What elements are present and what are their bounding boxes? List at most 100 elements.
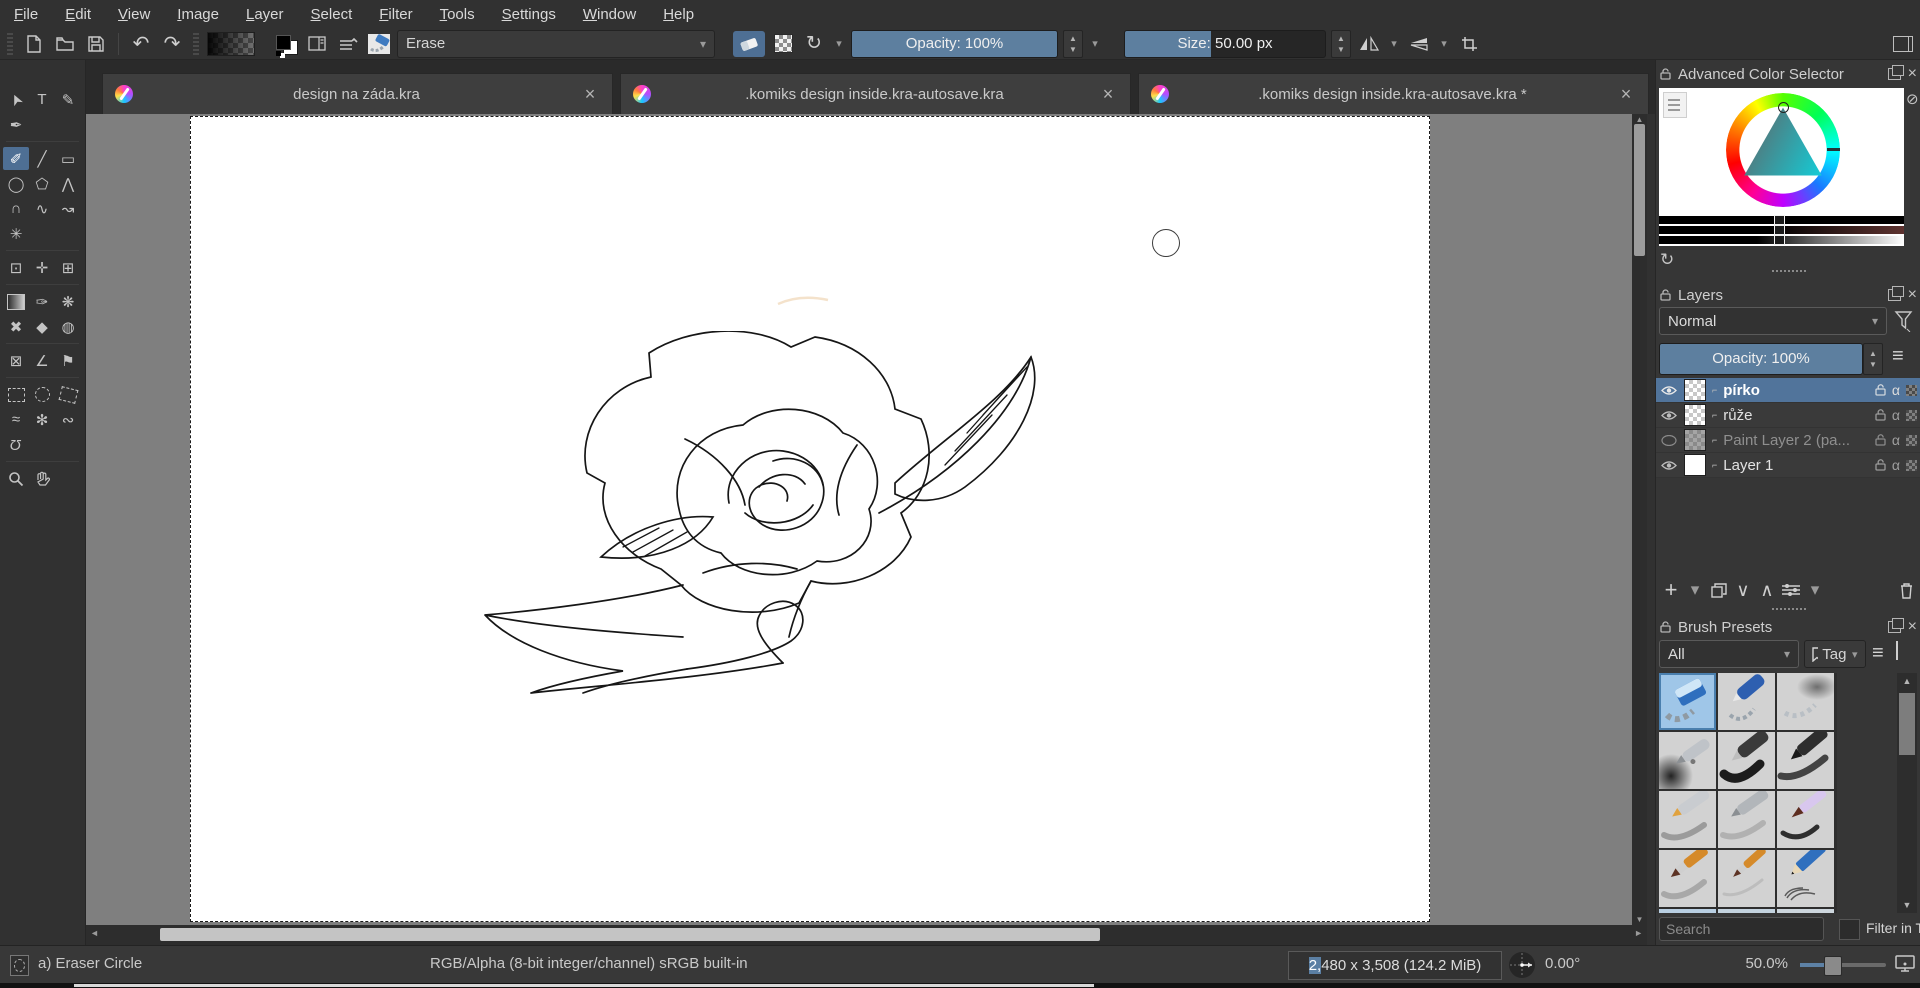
opacity-slider[interactable]: Opacity: 100% xyxy=(851,30,1058,58)
ellipse-select-tool[interactable] xyxy=(29,383,55,406)
refresh-shades-button[interactable]: ↻ xyxy=(1660,250,1674,270)
shade-slider-2[interactable] xyxy=(1659,226,1904,235)
gradient-tool[interactable] xyxy=(3,290,29,313)
canvas-size-field[interactable]: 2,480 x 3,508 (124.2 MiB) xyxy=(1288,951,1502,980)
transform-tool[interactable]: ⊡ xyxy=(3,256,29,279)
duplicate-layer-button[interactable] xyxy=(1708,578,1730,602)
line-tool[interactable]: ╱ xyxy=(29,147,55,170)
blend-mode-combobox[interactable]: Normal ▾ xyxy=(1659,307,1887,335)
close-panel-icon[interactable]: × xyxy=(1908,288,1917,302)
layer-thumbnail[interactable] xyxy=(1684,379,1706,401)
lock-open-icon[interactable] xyxy=(1875,459,1886,471)
canvas-area[interactable] xyxy=(86,114,1632,925)
enclose-fill-tool[interactable]: ◍ xyxy=(55,315,81,338)
scroll-down-icon[interactable]: ▼ xyxy=(1632,915,1647,924)
size-slider[interactable]: Size: 50.00 px xyxy=(1124,30,1326,58)
brush-preset-ink-gpen[interactable] xyxy=(1718,732,1775,789)
toolbar-grip-2[interactable] xyxy=(193,33,199,55)
reload-preset-button[interactable]: ↻ xyxy=(801,31,827,57)
workspace-block-button[interactable] xyxy=(304,31,330,57)
crop-tool[interactable]: ⊞ xyxy=(55,256,81,279)
brush-preset-detail-round[interactable] xyxy=(1777,791,1834,848)
scroll-left-icon[interactable]: ◄ xyxy=(90,928,99,938)
shade-handle[interactable] xyxy=(1774,235,1785,245)
brush-preset-partial[interactable] xyxy=(1718,909,1775,913)
polyline-tool[interactable]: ⋀ xyxy=(55,172,81,195)
brush-preset-paint-blender[interactable] xyxy=(1659,850,1716,907)
open-document-button[interactable] xyxy=(52,31,78,57)
reference-images-tool[interactable]: ⚑ xyxy=(55,349,81,372)
measure-tool[interactable]: ∠ xyxy=(29,349,55,372)
brush-preset-thin-round[interactable] xyxy=(1718,850,1775,907)
inherit-alpha-icon[interactable] xyxy=(1906,385,1917,396)
shade-handle[interactable] xyxy=(1774,215,1785,225)
details-view-button[interactable] xyxy=(1896,642,1898,659)
similar-color-select-tool[interactable]: ✻ xyxy=(29,408,55,431)
inherit-alpha-icon[interactable] xyxy=(1906,435,1917,446)
text-tool[interactable]: T xyxy=(29,88,55,111)
spin-up-icon[interactable]: ▲ xyxy=(1332,33,1350,44)
brush-preset-pen-soft-gray[interactable] xyxy=(1718,791,1775,848)
bezier-curve-tool[interactable]: ∩ xyxy=(3,197,29,220)
opacity-options-dropdown[interactable]: ▾ xyxy=(1088,37,1102,50)
mirror-vertical-dropdown[interactable]: ▾ xyxy=(1437,37,1451,50)
assistants-tool[interactable]: ⊠ xyxy=(3,349,29,372)
pattern-tool[interactable]: ✖ xyxy=(3,315,29,338)
mirror-horizontal-dropdown[interactable]: ▾ xyxy=(1387,37,1401,50)
brush-preset-combobox[interactable]: Erase ▾ xyxy=(397,30,715,58)
layer-row-pirko[interactable]: ⌐ pírko α xyxy=(1656,378,1920,403)
gradient-chooser-button[interactable] xyxy=(207,32,255,56)
float-panel-icon[interactable] xyxy=(1888,621,1901,633)
visibility-eye-icon[interactable] xyxy=(1660,410,1678,421)
new-document-button[interactable] xyxy=(21,31,47,57)
brush-preset-partial[interactable] xyxy=(1659,909,1716,913)
visibility-eye-icon[interactable] xyxy=(1660,435,1678,446)
canvas-horizontal-scrollbar[interactable]: ◄ ► xyxy=(86,925,1647,945)
scroll-up-icon[interactable]: ▲ xyxy=(1897,676,1917,686)
redo-button[interactable]: ↷ xyxy=(159,31,185,57)
layer-thumbnail[interactable] xyxy=(1684,454,1706,476)
move-tool[interactable]: ✛ xyxy=(29,256,55,279)
delete-layer-button[interactable] xyxy=(1895,578,1917,602)
alpha-lock-icon[interactable]: α xyxy=(1892,382,1900,398)
scroll-right-icon[interactable]: ► xyxy=(1634,928,1643,938)
dynamic-brush-tool[interactable]: ↝ xyxy=(55,197,81,220)
menu-view[interactable]: View xyxy=(118,6,150,23)
spin-up-icon[interactable]: ▲ xyxy=(1064,33,1082,44)
selector-settings-button[interactable] xyxy=(1663,92,1687,118)
lock-open-icon[interactable] xyxy=(1875,409,1886,421)
lock-open-icon[interactable] xyxy=(1875,434,1886,446)
inherit-alpha-icon[interactable] xyxy=(1906,410,1917,421)
no-color-button[interactable]: ⊘ xyxy=(1906,90,1919,108)
move-layer-down-button[interactable]: ∨ xyxy=(1732,578,1754,602)
reload-options-dropdown[interactable]: ▾ xyxy=(832,37,846,50)
scroll-down-icon[interactable]: ▼ xyxy=(1897,900,1917,910)
menu-help[interactable]: Help xyxy=(663,6,694,23)
zoom-tool[interactable] xyxy=(3,467,29,490)
zoom-slider-handle[interactable] xyxy=(1824,956,1842,976)
lock-open-icon[interactable] xyxy=(1875,384,1886,396)
tab-close-icon[interactable]: × xyxy=(580,84,600,105)
canvas-vertical-scrollbar[interactable]: ▲ ▼ xyxy=(1632,114,1647,925)
document-page[interactable] xyxy=(190,116,1430,922)
brush-preset-eraser-small[interactable] xyxy=(1718,673,1775,730)
layer-filter-button[interactable] xyxy=(1894,310,1914,332)
tab-close-icon[interactable]: × xyxy=(1616,84,1636,105)
dock-drag-handle[interactable] xyxy=(1772,270,1806,272)
alpha-lock-icon[interactable]: α xyxy=(1892,432,1900,448)
spin-up-icon[interactable]: ▲ xyxy=(1864,348,1882,359)
horizontal-scroll-thumb[interactable] xyxy=(160,928,1100,941)
tab-komiks-autosave-1[interactable]: .komiks design inside.kra-autosave.kra × xyxy=(620,73,1131,114)
layer-thumbnail[interactable] xyxy=(1684,429,1706,451)
brush-grid-scrollbar[interactable]: ▲ ▼ xyxy=(1897,673,1917,913)
brush-preset-pencil-soft[interactable] xyxy=(1659,791,1716,848)
menu-image[interactable]: Image xyxy=(177,6,219,23)
inherit-alpha-icon[interactable] xyxy=(1906,460,1917,471)
freehand-select-tool[interactable]: ≈ xyxy=(3,408,29,431)
close-panel-icon[interactable]: × xyxy=(1908,67,1917,81)
select-shapes-tool[interactable]: ➤ xyxy=(3,88,29,111)
rotation-dial[interactable] xyxy=(1508,951,1536,979)
alpha-lock-icon[interactable]: α xyxy=(1892,407,1900,423)
color-sampler-tool[interactable]: ✑ xyxy=(29,290,55,313)
zoom-slider[interactable] xyxy=(1800,963,1886,967)
